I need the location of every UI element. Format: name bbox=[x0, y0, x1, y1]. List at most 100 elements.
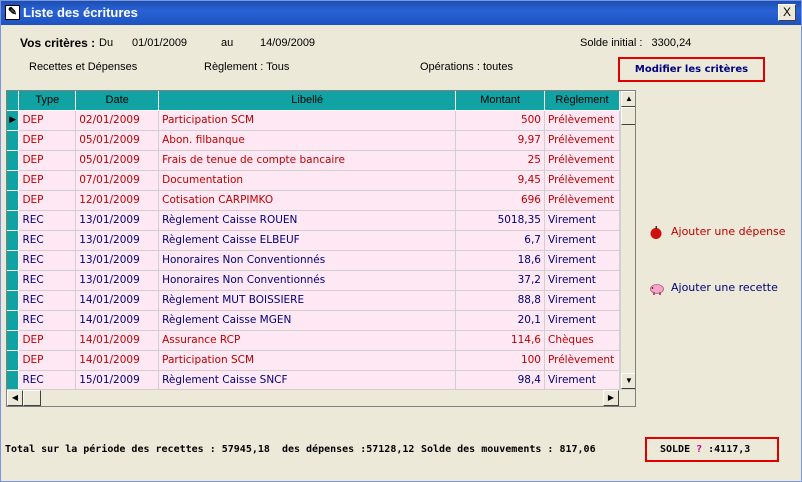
scroll-right-icon[interactable]: ▶ bbox=[603, 390, 619, 406]
cell-type[interactable]: REC bbox=[18, 370, 77, 389]
vertical-scroll-thumb[interactable] bbox=[621, 107, 635, 125]
cell-libelle[interactable]: Documentation bbox=[158, 170, 457, 191]
table-row[interactable]: DEP 05/01/2009 Frais de tenue de compte ba… bbox=[7, 150, 620, 171]
cell-date[interactable]: 02/01/2009 bbox=[75, 110, 160, 131]
add-recette-button[interactable]: Ajouter une recette bbox=[649, 281, 778, 295]
cell-montant[interactable]: 25 bbox=[455, 150, 545, 171]
table-row[interactable]: REC 14/01/2009 Règlement Caisse MGEN 20,1 Vi… bbox=[7, 310, 620, 331]
row-selector[interactable] bbox=[7, 250, 20, 271]
cell-type[interactable]: DEP bbox=[18, 130, 77, 151]
cell-libelle[interactable]: Règlement Caisse ROUEN bbox=[158, 210, 457, 231]
cell-montant[interactable]: 20,1 bbox=[455, 310, 545, 331]
cell-date[interactable]: 15/01/2009 bbox=[75, 370, 160, 389]
column-header-type[interactable]: Type bbox=[18, 91, 77, 111]
cell-libelle[interactable]: Cotisation CARPIMKO bbox=[158, 190, 457, 211]
vertical-scrollbar[interactable]: ▲ ▼ bbox=[620, 91, 635, 389]
cell-type[interactable]: DEP bbox=[18, 110, 77, 131]
cell-reglement[interactable]: Prélèvement bbox=[544, 130, 620, 151]
cell-montant[interactable]: 37,2 bbox=[455, 270, 545, 291]
cell-type[interactable]: REC bbox=[18, 270, 77, 291]
horizontal-scrollbar[interactable]: ◀ ▶ bbox=[7, 389, 635, 406]
cell-date[interactable]: 12/01/2009 bbox=[75, 190, 160, 211]
cell-date[interactable]: 14/01/2009 bbox=[75, 290, 160, 311]
cell-type[interactable]: DEP bbox=[18, 150, 77, 171]
cell-reglement[interactable]: Prélèvement bbox=[544, 150, 620, 171]
cell-reglement[interactable]: Prélèvement bbox=[544, 190, 620, 211]
cell-reglement[interactable]: Virement bbox=[544, 210, 620, 231]
scroll-up-icon[interactable]: ▲ bbox=[621, 91, 635, 107]
cell-reglement[interactable]: Virement bbox=[544, 250, 620, 271]
row-selector[interactable] bbox=[7, 210, 20, 231]
cell-type[interactable]: REC bbox=[18, 210, 77, 231]
row-selector[interactable] bbox=[7, 310, 20, 331]
horizontal-scroll-thumb[interactable] bbox=[23, 390, 41, 406]
cell-montant[interactable]: 9,97 bbox=[455, 130, 545, 151]
column-header-libelle[interactable]: Libellé bbox=[158, 91, 457, 111]
cell-libelle[interactable]: Honoraires Non Conventionnés bbox=[158, 270, 457, 291]
cell-type[interactable]: REC bbox=[18, 290, 77, 311]
cell-date[interactable]: 14/01/2009 bbox=[75, 330, 160, 351]
row-selector[interactable] bbox=[7, 190, 20, 211]
cell-reglement[interactable]: Virement bbox=[544, 270, 620, 291]
cell-type[interactable]: REC bbox=[18, 250, 77, 271]
row-selector[interactable] bbox=[7, 230, 20, 251]
cell-date[interactable]: 13/01/2009 bbox=[75, 230, 160, 251]
cell-reglement[interactable]: Virement bbox=[544, 290, 620, 311]
table-row[interactable]: DEP 14/01/2009 Participation SCM 100 Prélève… bbox=[7, 350, 620, 371]
cell-type[interactable]: REC bbox=[18, 230, 77, 251]
cell-reglement[interactable]: Prélèvement bbox=[544, 170, 620, 191]
table-row[interactable]: REC 13/01/2009 Honoraires Non Conventionné… bbox=[7, 250, 620, 271]
cell-reglement[interactable]: Prélèvement bbox=[544, 110, 620, 131]
cell-reglement[interactable]: Virement bbox=[544, 230, 620, 251]
cell-libelle[interactable]: Règlement Caisse SNCF bbox=[158, 370, 457, 389]
modify-criteria-button[interactable]: Modifier les critères bbox=[618, 57, 765, 82]
table-row[interactable]: REC 13/01/2009 Règlement Caisse ELBEUF 6,7 V… bbox=[7, 230, 620, 251]
cell-montant[interactable]: 98,4 bbox=[455, 370, 545, 389]
cell-libelle[interactable]: Participation SCM bbox=[158, 350, 457, 371]
row-selector[interactable] bbox=[7, 150, 20, 171]
cell-montant[interactable]: 88,8 bbox=[455, 290, 545, 311]
table-row[interactable]: REC 13/01/2009 Règlement Caisse ROUEN 5018,… bbox=[7, 210, 620, 231]
cell-libelle[interactable]: Frais de tenue de compte bancaire bbox=[158, 150, 457, 171]
cell-reglement[interactable]: Virement bbox=[544, 310, 620, 331]
cell-libelle[interactable]: Règlement Caisse ELBEUF bbox=[158, 230, 457, 251]
cell-date[interactable]: 13/01/2009 bbox=[75, 250, 160, 271]
cell-montant[interactable]: 100 bbox=[455, 350, 545, 371]
cell-type[interactable]: DEP bbox=[18, 350, 77, 371]
column-header-montant[interactable]: Montant bbox=[455, 91, 545, 111]
cell-date[interactable]: 14/01/2009 bbox=[75, 350, 160, 371]
cell-libelle[interactable]: Règlement Caisse MGEN bbox=[158, 310, 457, 331]
cell-montant[interactable]: 696 bbox=[455, 190, 545, 211]
table-row[interactable]: DEP 12/01/2009 Cotisation CARPIMKO 696 Prélè… bbox=[7, 190, 620, 211]
current-row-indicator[interactable]: ▶ bbox=[7, 110, 20, 131]
cell-montant[interactable]: 9,45 bbox=[455, 170, 545, 191]
table-row[interactable]: REC 15/01/2009 Règlement Caisse SNCF 98,4 Vi… bbox=[7, 370, 620, 389]
cell-reglement[interactable]: Virement bbox=[544, 370, 620, 389]
cell-montant[interactable]: 500 bbox=[455, 110, 545, 131]
cell-libelle[interactable]: Abon. filbanque bbox=[158, 130, 457, 151]
cell-date[interactable]: 07/01/2009 bbox=[75, 170, 160, 191]
row-selector[interactable] bbox=[7, 350, 20, 371]
solde-help-icon[interactable]: ? bbox=[696, 444, 702, 455]
table-row[interactable]: DEP 14/01/2009 Assurance RCP 114,6 Chèques bbox=[7, 330, 620, 351]
cell-montant[interactable]: 5018,35 bbox=[455, 210, 545, 231]
row-selector[interactable] bbox=[7, 270, 20, 291]
row-selector[interactable] bbox=[7, 370, 20, 389]
entries-grid[interactable]: Type Date Libellé Montant Règlement ▶ DEP… bbox=[6, 90, 636, 407]
cell-date[interactable]: 13/01/2009 bbox=[75, 210, 160, 231]
add-depense-button[interactable]: Ajouter une dépense bbox=[649, 225, 786, 239]
cell-type[interactable]: DEP bbox=[18, 330, 77, 351]
row-selector[interactable] bbox=[7, 130, 20, 151]
cell-libelle[interactable]: Honoraires Non Conventionnés bbox=[158, 250, 457, 271]
scroll-left-icon[interactable]: ◀ bbox=[7, 390, 23, 406]
cell-libelle[interactable]: Règlement MUT BOISSIERE bbox=[158, 290, 457, 311]
row-selector[interactable] bbox=[7, 170, 20, 191]
close-button[interactable]: X bbox=[778, 4, 796, 21]
cell-reglement[interactable]: Prélèvement bbox=[544, 350, 620, 371]
cell-reglement[interactable]: Chèques bbox=[544, 330, 620, 351]
table-row[interactable]: DEP 07/01/2009 Documentation 9,45 Prélèvemen… bbox=[7, 170, 620, 191]
row-selector[interactable] bbox=[7, 290, 20, 311]
cell-type[interactable]: REC bbox=[18, 310, 77, 331]
table-row[interactable]: REC 13/01/2009 Honoraires Non Conventionné… bbox=[7, 270, 620, 291]
column-header-date[interactable]: Date bbox=[75, 91, 160, 111]
